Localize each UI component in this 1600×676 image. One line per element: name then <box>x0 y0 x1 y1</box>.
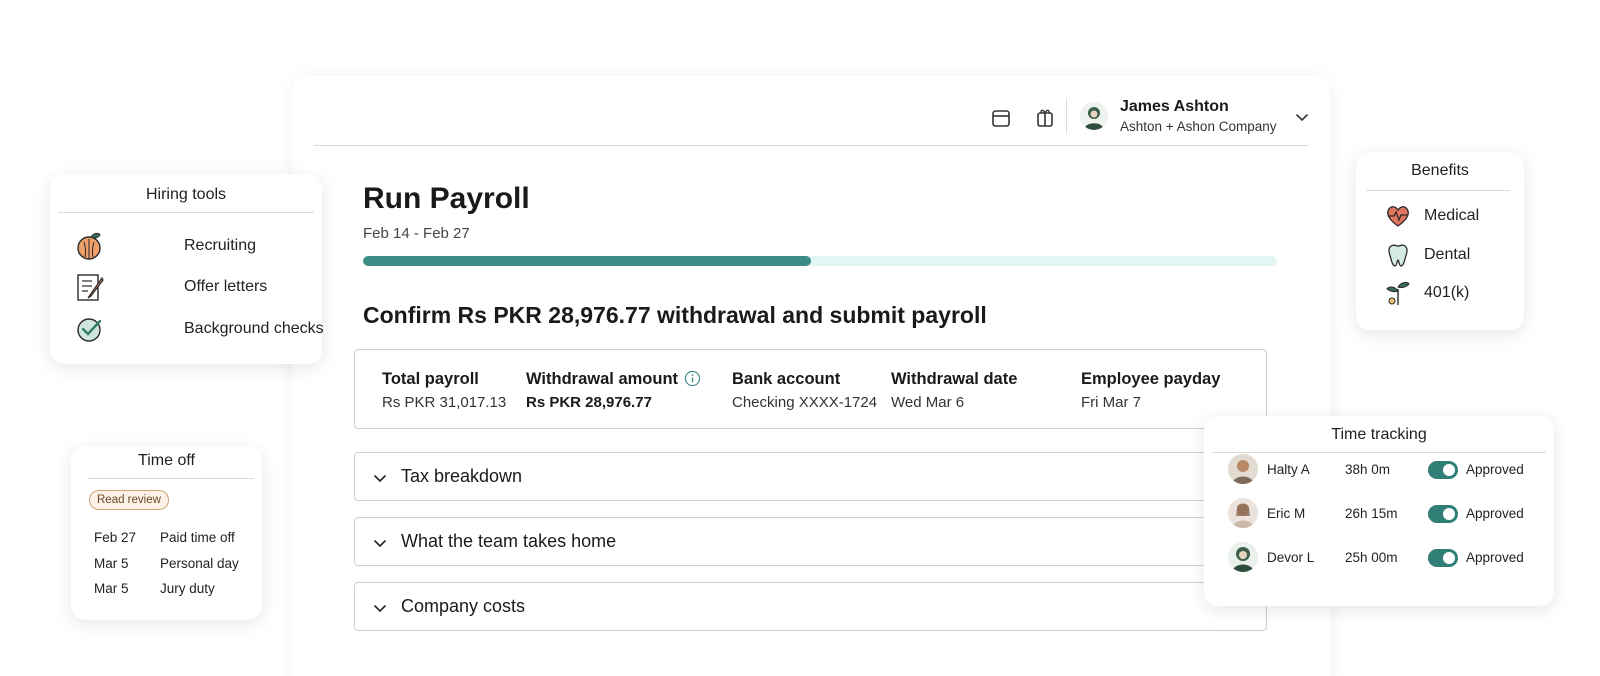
chevron-down-icon[interactable] <box>1294 109 1310 125</box>
time-off-date: Feb 27 <box>94 530 137 545</box>
summary-label: Withdrawal date <box>891 370 1018 388</box>
card-title: Benefits <box>1411 162 1469 179</box>
employee-name: Halty A <box>1267 462 1310 477</box>
checkmark-badge-icon <box>77 318 102 342</box>
approval-status: Approved <box>1466 462 1524 477</box>
page-title: Run Payroll <box>363 182 530 215</box>
summary-withdrawal-date: Withdrawal date Wed Mar 6 <box>891 370 1017 411</box>
employee-name: Devor L <box>1267 550 1315 565</box>
company-name: Ashton + Ashon Company <box>1120 119 1277 134</box>
time-off-type: Personal day <box>160 556 239 571</box>
avatar[interactable] <box>1080 102 1108 130</box>
info-icon[interactable] <box>684 370 701 387</box>
time-tracking-row: Halty A 38h 0m Approved <box>1228 454 1538 486</box>
chevron-down-icon <box>374 475 386 483</box>
summary-label: Employee payday <box>1081 370 1221 388</box>
card-title: Time off <box>138 452 195 469</box>
approval-toggle[interactable] <box>1428 505 1458 523</box>
payroll-summary: Total payroll Rs PKR 31,017.13 Withdrawa… <box>354 349 1267 429</box>
pay-period: Feb 14 - Feb 27 <box>363 225 470 242</box>
tracked-hours: 38h 0m <box>1345 462 1391 477</box>
benefit-label: 401(k) <box>1424 284 1470 301</box>
time-off-entry: Feb 27 Paid time off <box>94 530 235 545</box>
person-avatar-icon <box>1228 498 1258 528</box>
user-avatar-icon <box>1084 107 1104 130</box>
approval-toggle[interactable] <box>1428 549 1458 567</box>
benefit-label: Medical <box>1424 207 1480 224</box>
approval-status: Approved <box>1466 550 1524 565</box>
payroll-card: James Ashton Ashton + Ashon Company Run … <box>292 76 1330 676</box>
tracked-hours: 26h 15m <box>1345 506 1398 521</box>
card-divider <box>58 212 314 213</box>
person-avatar-icon <box>1228 454 1258 484</box>
card-title: Time tracking <box>1331 426 1427 443</box>
avatar <box>1228 542 1258 572</box>
user-name: James Ashton <box>1120 98 1229 115</box>
summary-employee-payday: Employee payday Fri Mar 7 <box>1081 370 1220 411</box>
card-divider <box>1212 452 1546 453</box>
summary-label: Bank account <box>732 370 841 388</box>
offer-letter-icon <box>77 274 104 301</box>
approval-status: Approved <box>1466 506 1524 521</box>
recruiting-icon <box>77 232 101 260</box>
plant-icon <box>1386 281 1410 305</box>
top-bar: James Ashton Ashton + Ashon Company <box>314 76 1308 146</box>
accordion-team-takes-home[interactable]: What the team takes home <box>354 517 1267 566</box>
time-off-type: Paid time off <box>160 530 235 545</box>
hiring-item-label: Recruiting <box>184 237 257 254</box>
time-off-entry: Mar 5 Personal day <box>94 556 239 571</box>
time-off-date: Mar 5 <box>94 556 129 571</box>
time-tracking-row: Eric M 26h 15m Approved <box>1228 498 1538 530</box>
calendar-icon[interactable] <box>990 107 1012 129</box>
time-off-card: Time off Read review Feb 27 Paid time of… <box>71 446 262 620</box>
card-divider <box>1366 190 1510 191</box>
topbar-divider <box>1066 98 1067 134</box>
summary-total-payroll: Total payroll Rs PKR 31,017.13 <box>382 370 506 411</box>
hiring-item-label: Background checks <box>184 320 324 337</box>
summary-value: Rs PKR 28,976.77 <box>526 394 652 411</box>
card-title: Hiring tools <box>145 186 227 203</box>
confirm-heading: Confirm Rs PKR 28,976.77 withdrawal and … <box>363 302 987 328</box>
summary-withdrawal-amount: Withdrawal amount Rs PKR 28,976.77 <box>526 370 701 411</box>
avatar <box>1228 454 1258 484</box>
time-off-type: Jury duty <box>160 581 215 596</box>
tooth-icon <box>1388 244 1408 267</box>
accordion-tax-breakdown[interactable]: Tax breakdown <box>354 452 1267 501</box>
accordion-label: Tax breakdown <box>401 466 523 486</box>
heart-icon <box>1387 206 1409 227</box>
time-off-date: Mar 5 <box>94 581 129 596</box>
summary-value: Wed Mar 6 <box>891 394 965 411</box>
payroll-progress-bar <box>363 256 1277 266</box>
benefit-label: Dental <box>1424 246 1471 263</box>
gift-icon[interactable] <box>1034 107 1056 129</box>
time-off-entry: Mar 5 Jury duty <box>94 581 215 596</box>
accordion-label: Company costs <box>401 596 526 616</box>
read-review-badge[interactable]: Read review <box>89 490 169 510</box>
time-tracking-card: Time tracking Halty A 38h 0m Approved Er… <box>1204 416 1554 606</box>
hiring-tools-card: Hiring tools Recruiting Offer letters Ba… <box>50 174 324 364</box>
accordion-label: What the team takes home <box>401 531 617 551</box>
chevron-down-icon <box>374 540 386 548</box>
accordion-company-costs[interactable]: Company costs <box>354 582 1267 631</box>
hiring-item-label: Offer letters <box>184 278 268 295</box>
summary-label: Withdrawal amount <box>526 370 701 389</box>
time-tracking-row: Devor L 25h 00m Approved <box>1228 542 1538 574</box>
chevron-down-icon <box>374 605 386 613</box>
avatar <box>1228 498 1258 528</box>
employee-name: Eric M <box>1267 506 1306 521</box>
person-avatar-icon <box>1228 542 1258 572</box>
summary-value: Checking XXXX-1724 <box>732 394 878 411</box>
summary-label: Total payroll <box>382 370 479 388</box>
progress-fill <box>363 256 811 266</box>
summary-value: Rs PKR 31,017.13 <box>382 394 507 411</box>
tracked-hours: 25h 00m <box>1345 550 1398 565</box>
summary-label-text: Withdrawal amount <box>526 370 679 388</box>
approval-toggle[interactable] <box>1428 461 1458 479</box>
summary-value: Fri Mar 7 <box>1081 394 1141 411</box>
card-divider <box>87 478 254 479</box>
benefits-card: Benefits Medical Dental 401(k) <box>1356 152 1524 330</box>
summary-bank-account: Bank account Checking XXXX-1724 <box>732 370 877 411</box>
